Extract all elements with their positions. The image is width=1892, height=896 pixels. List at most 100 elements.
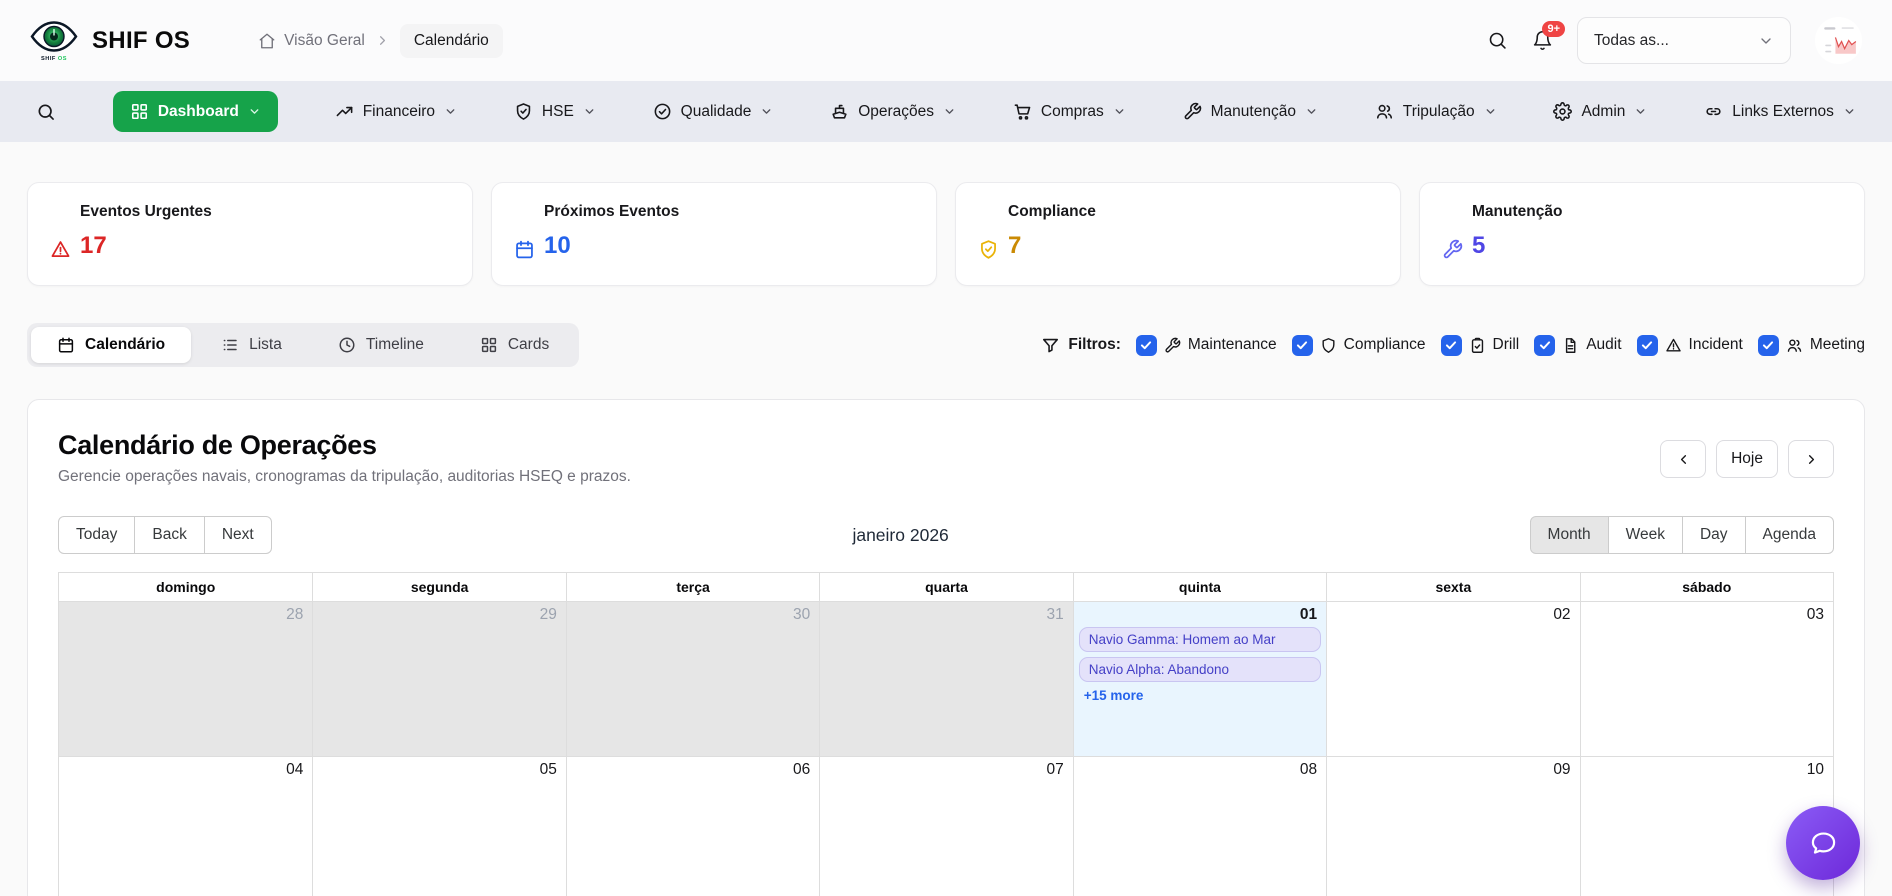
- stat-value: 17: [80, 230, 450, 270]
- show-more-link[interactable]: +15 more: [1079, 687, 1321, 704]
- filter-label: Drill: [1493, 336, 1520, 354]
- funnel-icon: [1041, 336, 1060, 355]
- fleet-select[interactable]: Todas as...: [1577, 17, 1791, 64]
- calendar-cell-29[interactable]: 29: [312, 602, 565, 756]
- view-agenda-button[interactable]: Agenda: [1745, 516, 1834, 554]
- filters-bar: Filtros: Maintenance Compliance Drill Audit…: [1041, 335, 1865, 356]
- calendar-cell-28[interactable]: 28: [59, 602, 312, 756]
- stat-label: Próximos Eventos: [544, 200, 914, 230]
- shield-check-icon: [978, 239, 999, 260]
- nav-item-hse[interactable]: HSE: [514, 102, 596, 121]
- calendar-grid: domingosegundaterçaquartaquintasextasába…: [58, 572, 1834, 896]
- stat-value: 7: [1008, 230, 1378, 270]
- view-day-button[interactable]: Day: [1682, 516, 1746, 554]
- check-circle-icon: [653, 102, 672, 121]
- tab-label: Timeline: [366, 336, 424, 354]
- calendar-event[interactable]: Navio Alpha: Abandono: [1079, 657, 1321, 682]
- checkbox-checked-icon[interactable]: [1136, 335, 1157, 356]
- chevron-down-icon: [248, 105, 261, 118]
- tab-cards[interactable]: Cards: [454, 327, 575, 363]
- filter-label: Maintenance: [1188, 336, 1277, 354]
- chevron-right-icon: [375, 33, 390, 48]
- wrench-icon: [1164, 337, 1181, 354]
- nav-item-admin[interactable]: Admin: [1553, 102, 1647, 121]
- filter-meeting[interactable]: Meeting: [1758, 335, 1865, 356]
- filter-compliance[interactable]: Compliance: [1292, 335, 1426, 356]
- chevron-down-icon: [1634, 105, 1647, 118]
- day-header-sabado: sábado: [1580, 573, 1833, 601]
- tab-lista[interactable]: Lista: [195, 327, 308, 363]
- nav-item-operacoes[interactable]: Operações: [830, 102, 956, 121]
- grid-icon: [130, 102, 149, 121]
- toolbar-today-button[interactable]: Today: [58, 516, 135, 554]
- link-icon: [1704, 102, 1723, 121]
- nav-search-button[interactable]: [36, 102, 56, 122]
- nav-item-compras[interactable]: Compras: [1013, 102, 1126, 121]
- view-week-button[interactable]: Week: [1608, 516, 1683, 554]
- checkbox-checked-icon[interactable]: [1758, 335, 1779, 356]
- chat-fab-button[interactable]: [1786, 806, 1860, 880]
- view-month-button[interactable]: Month: [1530, 516, 1609, 554]
- checkbox-checked-icon[interactable]: [1534, 335, 1555, 356]
- next-button[interactable]: [1788, 440, 1834, 478]
- calendar-cell-04[interactable]: 04: [59, 757, 312, 896]
- filter-maintenance[interactable]: Maintenance: [1136, 335, 1277, 356]
- date-number: 04: [59, 757, 312, 780]
- stat-card-eventos-urgentes: Eventos Urgentes17: [27, 182, 473, 286]
- file-text-icon: [1562, 337, 1579, 354]
- nav-item-dashboard[interactable]: Dashboard: [113, 91, 278, 132]
- calendar-event[interactable]: Navio Gamma: Homem ao Mar: [1079, 627, 1321, 652]
- chevron-down-icon: [760, 105, 773, 118]
- calendar-cell-31[interactable]: 31: [819, 602, 1072, 756]
- filter-drill[interactable]: Drill: [1441, 335, 1520, 356]
- stat-value: 5: [1472, 230, 1842, 270]
- day-header-quinta: quinta: [1073, 573, 1326, 601]
- filter-audit[interactable]: Audit: [1534, 335, 1621, 356]
- breadcrumb-home[interactable]: Visão Geral: [258, 32, 365, 50]
- calendar-cell-03[interactable]: 03: [1580, 602, 1833, 756]
- calendar-cell-07[interactable]: 07: [819, 757, 1072, 896]
- wrench-icon: [1442, 239, 1463, 260]
- prev-button[interactable]: [1660, 440, 1706, 478]
- checkbox-checked-icon[interactable]: [1292, 335, 1313, 356]
- calendar-cell-02[interactable]: 02: [1326, 602, 1579, 756]
- notifications-button[interactable]: 9+: [1532, 30, 1553, 51]
- filter-incident[interactable]: Incident: [1637, 335, 1743, 356]
- filter-label: Audit: [1586, 336, 1621, 354]
- stat-card-compliance: Compliance7: [955, 182, 1401, 286]
- tab-timeline[interactable]: Timeline: [312, 327, 450, 363]
- chevron-down-icon: [444, 105, 457, 118]
- today-button[interactable]: Hoje: [1716, 440, 1778, 478]
- checkbox-checked-icon[interactable]: [1441, 335, 1462, 356]
- nav-item-links-externos[interactable]: Links Externos: [1704, 102, 1856, 121]
- calendar-cell-01[interactable]: 01Navio Gamma: Homem ao Mar Navio Alpha: …: [1073, 602, 1326, 756]
- page-title: Calendário de Operações: [58, 430, 631, 461]
- alert-triangle-icon: [50, 239, 71, 260]
- calendar-cell-06[interactable]: 06: [566, 757, 819, 896]
- calendar-cell-30[interactable]: 30: [566, 602, 819, 756]
- search-button[interactable]: [1487, 30, 1508, 51]
- stat-card-manutencao: Manutenção5: [1419, 182, 1865, 286]
- tab-calendario[interactable]: Calendário: [31, 327, 191, 363]
- checkbox-checked-icon[interactable]: [1637, 335, 1658, 356]
- calendar-icon: [57, 336, 75, 354]
- day-header-sexta: sexta: [1326, 573, 1579, 601]
- date-number: 06: [567, 757, 819, 780]
- nav-item-financeiro[interactable]: Financeiro: [335, 102, 457, 121]
- calendar-cell-05[interactable]: 05: [312, 757, 565, 896]
- calendar-cell-09[interactable]: 09: [1326, 757, 1579, 896]
- toolbar-back-button[interactable]: Back: [134, 516, 204, 554]
- date-number: 01: [1074, 602, 1326, 625]
- filters-label: Filtros:: [1041, 336, 1121, 355]
- app-title: SHIF OS: [92, 27, 190, 55]
- chevron-down-icon: [1113, 105, 1126, 118]
- calendar-cell-08[interactable]: 08: [1073, 757, 1326, 896]
- nav-item-tripulacao[interactable]: Tripulação: [1375, 102, 1497, 121]
- tab-label: Lista: [249, 336, 282, 354]
- date-number: 09: [1327, 757, 1579, 780]
- nav-item-qualidade[interactable]: Qualidade: [653, 102, 774, 121]
- day-header-segunda: segunda: [312, 573, 565, 601]
- avatar[interactable]: [1815, 17, 1862, 64]
- nav-item-manutencao[interactable]: Manutenção: [1183, 102, 1318, 121]
- toolbar-next-button[interactable]: Next: [204, 516, 272, 554]
